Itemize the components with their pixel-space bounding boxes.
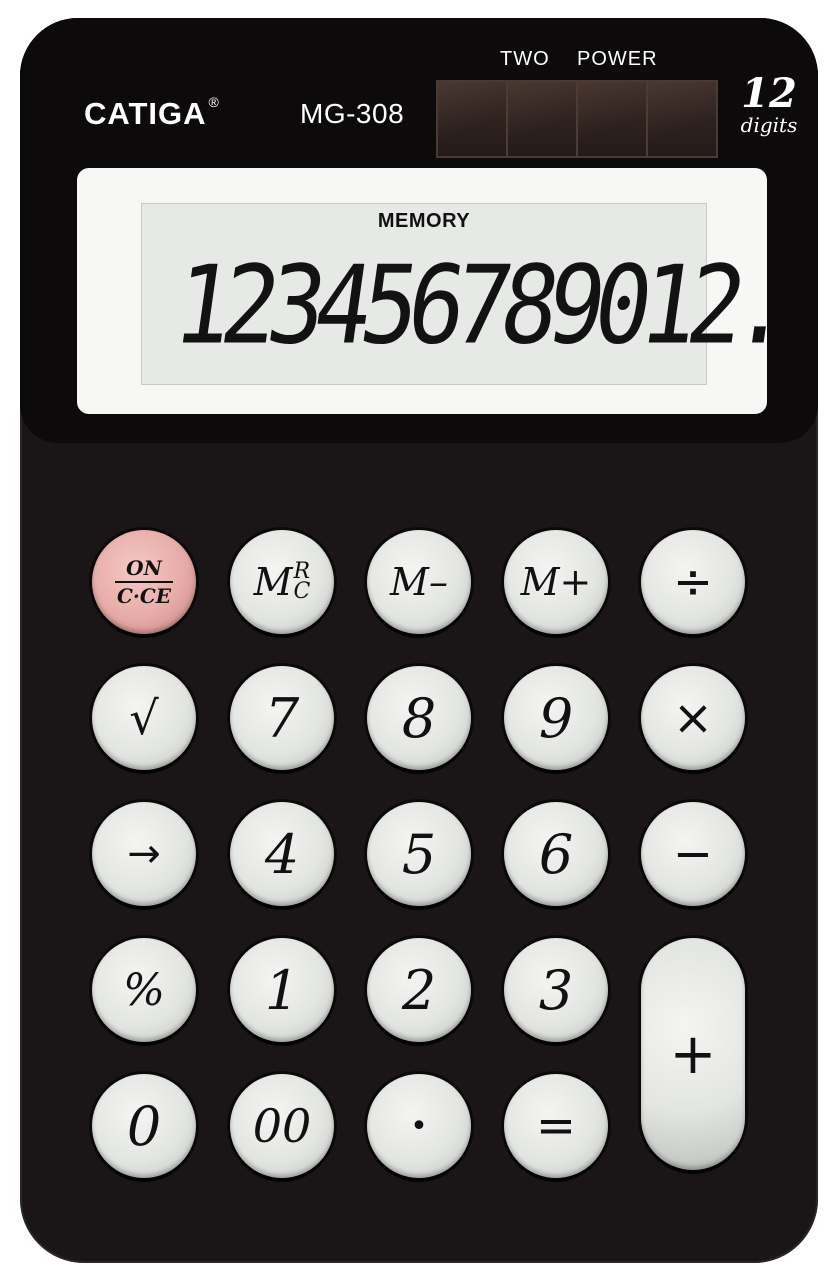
- memory-recall-clear-button[interactable]: M R C: [230, 530, 334, 634]
- calculator-body: CATIGA ® MG-308 TWO POWER 12 digits MEMOR…: [20, 18, 818, 1263]
- minus-button[interactable]: −: [641, 802, 745, 906]
- mrc-c: C: [293, 579, 311, 604]
- shift-arrow-button[interactable]: →: [92, 802, 196, 906]
- digits-count: 12: [741, 70, 797, 117]
- memory-plus-button[interactable]: M+: [504, 530, 608, 634]
- memory-indicator: MEMORY: [377, 210, 471, 232]
- two-label: TWO: [500, 48, 550, 70]
- mrc-rc: R C: [293, 561, 311, 604]
- digit-5-button[interactable]: 5: [367, 802, 471, 906]
- on-label: ON: [126, 556, 162, 580]
- clear-label: C·CE: [116, 584, 172, 608]
- lcd-display: MEMORY 123456789012.: [141, 203, 790, 385]
- display-frame: MEMORY 123456789012.: [77, 168, 790, 414]
- solar-cell: [508, 82, 578, 156]
- on-clear-label: ON C·CE: [115, 557, 173, 607]
- memory-minus-button[interactable]: M–: [367, 530, 471, 634]
- brand-logo: CATIGA ®: [84, 93, 220, 132]
- plus-button[interactable]: +: [641, 938, 745, 1170]
- digits-badge: 12 digits: [732, 70, 806, 137]
- power-label: POWER: [577, 48, 658, 70]
- digit-9-button[interactable]: 9: [504, 666, 608, 770]
- top-panel: CATIGA ® MG-308 TWO POWER 12 digits MEMOR…: [20, 18, 818, 443]
- equals-button[interactable]: =: [504, 1074, 608, 1178]
- solar-panel: [436, 80, 718, 158]
- digits-word: digits: [740, 113, 798, 137]
- percent-button[interactable]: %: [92, 938, 196, 1042]
- brand-name: CATIGA: [84, 96, 207, 131]
- digit-0-button[interactable]: 0: [92, 1074, 196, 1178]
- digit-7-button[interactable]: 7: [230, 666, 334, 770]
- mrc-label: M R C: [254, 560, 311, 604]
- on-clear-button[interactable]: ON C·CE: [92, 530, 196, 634]
- digit-3-button[interactable]: 3: [504, 938, 608, 1042]
- multiply-button[interactable]: ×: [641, 666, 745, 770]
- digit-2-button[interactable]: 2: [367, 938, 471, 1042]
- digit-1-button[interactable]: 1: [230, 938, 334, 1042]
- double-zero-button[interactable]: 00: [230, 1074, 334, 1178]
- decimal-point-button[interactable]: •: [367, 1074, 471, 1178]
- solar-cell: [578, 82, 648, 156]
- digit-4-button[interactable]: 4: [230, 802, 334, 906]
- solar-cell: [438, 82, 508, 156]
- square-root-button[interactable]: √: [92, 666, 196, 770]
- digit-8-button[interactable]: 8: [367, 666, 471, 770]
- mrc-m: M: [253, 560, 293, 604]
- model-number: MG-308: [300, 98, 405, 129]
- display-value: 123456789012.: [166, 243, 791, 369]
- fraction-bar: [115, 581, 173, 583]
- divide-button[interactable]: ÷: [641, 530, 745, 634]
- registered-mark: ®: [208, 93, 220, 110]
- digit-6-button[interactable]: 6: [504, 802, 608, 906]
- solar-cell: [648, 82, 716, 156]
